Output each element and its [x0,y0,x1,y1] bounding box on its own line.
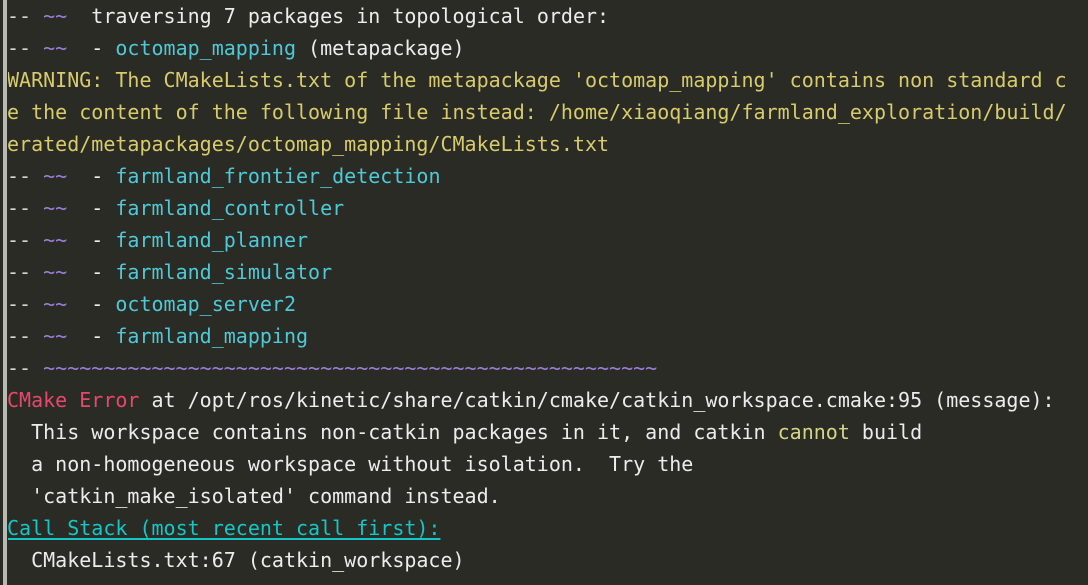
text-segment: - [67,228,116,252]
line-pkg-farmland-controller: -- ~~ - farmland_controller [7,192,1088,224]
text-segment: CMakeLists.txt:67 (catkin_workspace) [7,548,465,572]
text-segment: This workspace contains non-catkin packa… [7,420,778,444]
text-segment: ~~ [43,292,68,316]
text-segment: WARNING: The CMakeLists.txt of the metap… [7,68,1067,92]
text-segment: ~~ [43,4,68,28]
text-segment: traversing 7 packages in topological ord… [67,4,610,28]
line-cmake-error: CMake Error at /opt/ros/kinetic/share/ca… [7,384,1088,416]
line-pkg-farmland-simulator: -- ~~ - farmland_simulator [7,256,1088,288]
text-segment: -- [7,4,44,28]
line-traversing: -- ~~ traversing 7 packages in topologic… [7,0,1088,32]
text-segment: ~~ [43,324,68,348]
line-call-stack-entry: CMakeLists.txt:67 (catkin_workspace) [7,544,1088,576]
text-segment: ~~~~~~~~~~~~~~~~~~~~~~~~~~~~~~~~~~~~~~~~… [43,356,658,380]
line-warning-3: erated/metapackages/octomap_mapping/CMak… [7,128,1088,160]
text-segment: - [67,324,116,348]
text-segment: farmland_mapping [115,324,309,348]
text-segment: e the content of the following file inst… [7,100,1067,124]
line-pkg-farmland-planner: -- ~~ - farmland_planner [7,224,1088,256]
text-segment: - [67,164,116,188]
line-call-stack-header: Call Stack (most recent call first): [7,512,1088,544]
text-segment: octomap_mapping [115,36,297,60]
terminal-output: -- ~~ traversing 7 packages in topologic… [7,0,1088,576]
text-segment: ~~ [43,260,68,284]
text-segment: (metapackage) [296,36,465,60]
text-segment: a non-homogeneous workspace without isol… [7,452,694,476]
text-segment: at /opt/ros/kinetic/share/catkin/cmake/c… [139,388,1055,412]
terminal-window[interactable]: -- ~~ traversing 7 packages in topologic… [0,0,1088,585]
line-separator: -- ~~~~~~~~~~~~~~~~~~~~~~~~~~~~~~~~~~~~~… [7,352,1088,384]
scrollbar-thumb[interactable] [3,0,7,585]
line-pkg-farmland-mapping: -- ~~ - farmland_mapping [7,320,1088,352]
line-error-body-3: 'catkin_make_isolated' command instead. [7,480,1088,512]
text-segment: farmland_controller [115,196,345,220]
text-segment: -- [7,164,44,188]
text-segment: farmland_planner [115,228,309,252]
line-pkg-octomap-server2: -- ~~ - octomap_server2 [7,288,1088,320]
text-segment: 'catkin_make_isolated' command instead. [7,484,501,508]
line-error-body-1: This workspace contains non-catkin packa… [7,416,1088,448]
text-segment: ~~ [43,196,68,220]
text-segment: -- [7,260,44,284]
text-segment: -- [7,356,44,380]
text-segment: -- [7,292,44,316]
text-segment: octomap_server2 [115,292,297,316]
scrollbar-track[interactable] [0,0,8,585]
line-error-body-2: a non-homogeneous workspace without isol… [7,448,1088,480]
text-segment: build [849,420,923,444]
text-segment: - [67,36,116,60]
text-segment: -- [7,324,44,348]
text-segment: farmland_frontier_detection [115,164,441,188]
text-segment: - [67,260,116,284]
text-segment: cannot [777,420,850,444]
text-segment: Call Stack (most recent call first): [7,516,441,540]
text-segment: farmland_simulator [115,260,333,284]
text-segment: - [67,196,116,220]
text-segment: - [67,292,116,316]
text-segment: -- [7,36,44,60]
text-segment: CMake Error [7,388,140,412]
line-warning-1: WARNING: The CMakeLists.txt of the metap… [7,64,1088,96]
text-segment: ~~ [43,164,68,188]
text-segment: ~~ [43,228,68,252]
line-pkg-farmland-frontier-detection: -- ~~ - farmland_frontier_detection [7,160,1088,192]
text-segment: ~~ [43,36,68,60]
text-segment: -- [7,228,44,252]
text-segment: erated/metapackages/octomap_mapping/CMak… [7,132,610,156]
line-pkg-octomap-mapping: -- ~~ - octomap_mapping (metapackage) [7,32,1088,64]
line-warning-2: e the content of the following file inst… [7,96,1088,128]
text-segment: -- [7,196,44,220]
